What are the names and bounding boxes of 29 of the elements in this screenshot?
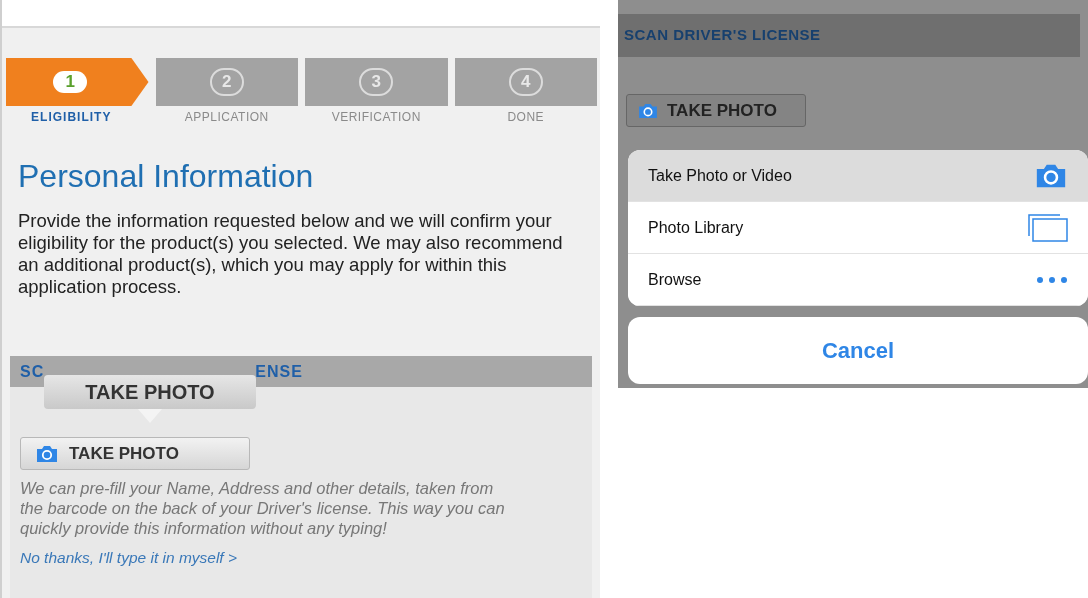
take-photo-button[interactable]: TAKE PHOTO [20,437,250,470]
intro-paragraph: Provide the information requested below and we will confirm your eligibility for the product(s) you selected. We may also recommend an additional product(s), which you may apply for within this application process. [18,210,564,298]
type-manually-link[interactable]: No thanks, I'll type it in myself > [20,546,238,570]
option-label: Take Photo or Video [648,165,792,186]
step-number: 1 [53,71,88,93]
section-title: SCAN DRIVER'S LICENSE [624,25,821,46]
tooltip-pointer [138,409,162,423]
step-number: 2 [209,68,244,96]
take-photo-button[interactable]: TAKE PHOTO [626,94,806,127]
step-label: DONE [507,109,545,126]
section-title: SC [20,361,45,382]
option-label: Photo Library [648,217,744,238]
step-label: ELIGIBILITY [31,109,113,126]
step-label: APPLICATION [184,109,269,126]
step-label: VERIFICATION [331,109,421,126]
step-number: 3 [359,68,394,96]
action-sheet-option[interactable]: Take Photo or Video [628,150,1088,202]
more-icon [1036,275,1068,284]
section-title: ENSE [255,361,303,382]
scan-description: We can pre-fill your Name, Address and other details, taken from the barcode on the back of your Driver's license. This way you can quickly provide this information without any typing! [20,478,506,538]
camera-icon [1034,162,1068,189]
camera-icon [637,102,659,119]
camera-icon [35,444,59,463]
cancel-button[interactable]: Cancel [628,317,1088,384]
page-title: Personal Information [17,157,315,196]
tooltip: TAKE PHOTO [44,375,256,409]
stacked-rectangles-icon [1028,213,1068,242]
option-label: Browse [648,269,702,290]
step-number: 4 [508,68,543,96]
